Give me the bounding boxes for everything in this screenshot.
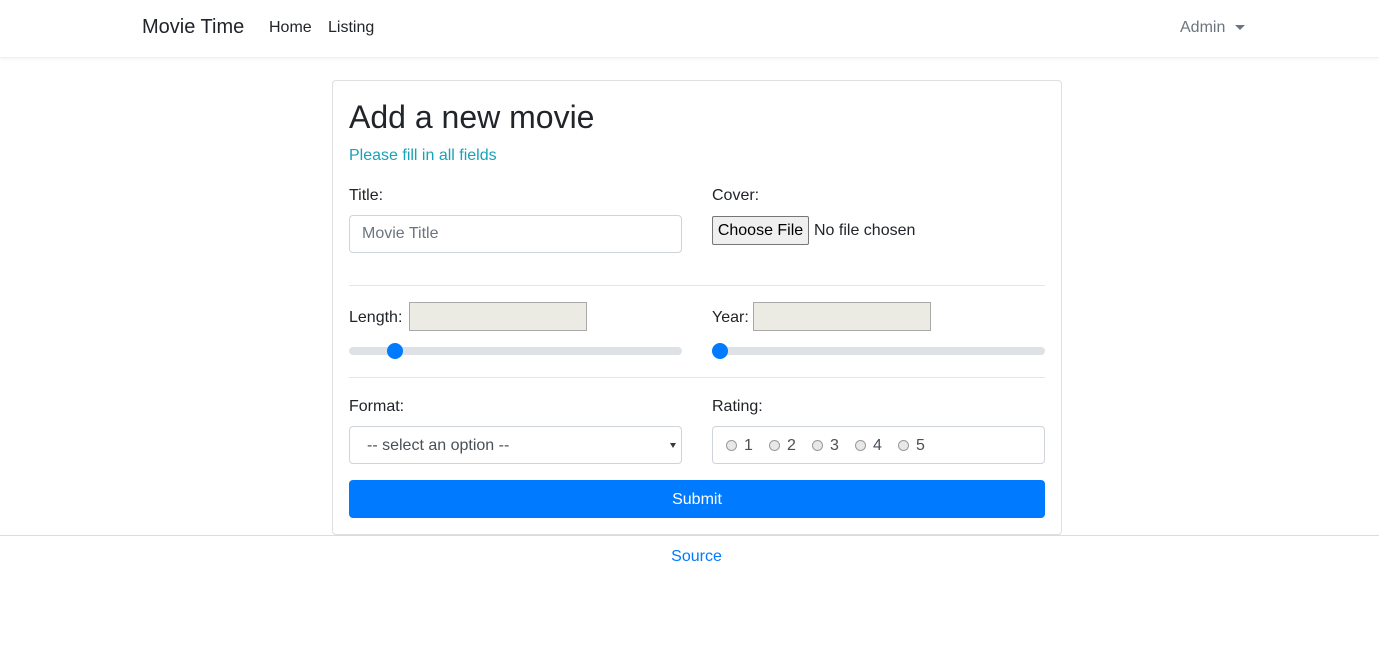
title-label: Title: [349,187,384,204]
radio-icon[interactable] [769,440,780,451]
length-slider-handle[interactable] [387,343,404,359]
format-selected-value: -- select an option -- [367,437,510,454]
divider [349,377,1045,378]
rating-option-label: 2 [787,437,796,454]
caret-down-icon[interactable] [1235,25,1245,30]
year-label: Year: [712,309,749,326]
year-slider-track[interactable] [712,347,1045,355]
navbar: Movie Time Home Listing Admin [0,0,1379,58]
page-title: Add a new movie [349,99,595,135]
brand-link[interactable]: Movie Time [142,16,244,39]
submit-button[interactable]: Submit [349,480,1045,518]
add-movie-card: Add a new movie Please fill in all field… [332,80,1062,535]
radio-icon[interactable] [898,440,909,451]
radio-icon[interactable] [812,440,823,451]
rating-option-label: 3 [830,437,839,454]
rating-label: Rating: [712,398,763,415]
nav-link-home[interactable]: Home [269,19,312,37]
divider [349,285,1045,286]
year-value-field[interactable] [753,302,931,331]
length-value-field[interactable] [409,302,587,331]
rating-option-label: 5 [916,437,925,454]
rating-radio-group: 1 2 3 4 5 [712,426,1045,464]
length-label: Length: [349,309,403,326]
title-input[interactable] [349,215,682,253]
footer-divider [0,535,1379,536]
format-select[interactable]: -- select an option -- [349,426,682,464]
admin-dropdown-toggle[interactable]: Admin [1180,19,1225,37]
nav-link-listing[interactable]: Listing [328,19,374,37]
form-subtitle: Please fill in all fields [349,147,497,164]
radio-icon[interactable] [726,440,737,451]
cover-label: Cover: [712,187,760,204]
file-status-text: No file chosen [814,222,916,239]
rating-option-label: 1 [744,437,753,454]
radio-icon[interactable] [855,440,866,451]
choose-file-button[interactable]: Choose File [712,216,809,245]
year-slider-handle[interactable] [712,343,728,359]
caret-down-icon [670,443,676,448]
format-label: Format: [349,398,405,415]
rating-option-label: 4 [873,437,882,454]
source-link[interactable]: Source [0,548,1379,566]
